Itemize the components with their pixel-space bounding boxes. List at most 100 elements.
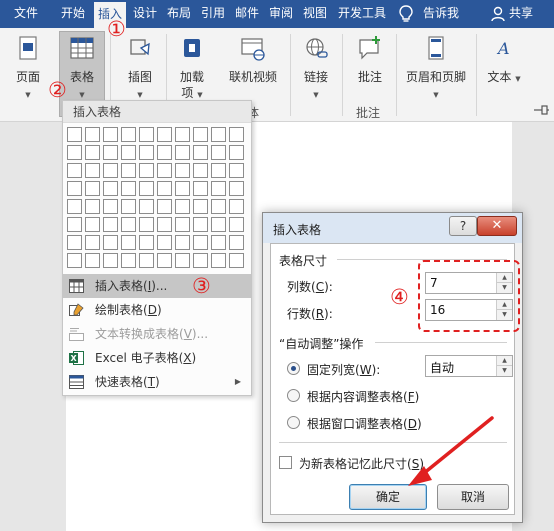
grid-cell[interactable] (121, 235, 136, 250)
text-to-table-menu-item[interactable]: 文本转换成表格(V)... (63, 322, 251, 346)
excel-spreadsheet-menu-item[interactable]: X Excel 电子表格(X) (63, 346, 251, 370)
grid-cell[interactable] (229, 127, 244, 142)
grid-cell[interactable] (121, 253, 136, 268)
grid-cell[interactable] (103, 145, 118, 160)
insert-table-menu-item[interactable]: 插入表格(I)... (63, 274, 251, 298)
grid-cell[interactable] (157, 127, 172, 142)
grid-cell[interactable] (103, 217, 118, 232)
grid-cell[interactable] (85, 163, 100, 178)
grid-cell[interactable] (139, 235, 154, 250)
grid-cell[interactable] (193, 199, 208, 214)
grid-cell[interactable] (229, 163, 244, 178)
autofit-window-radio[interactable] (287, 416, 300, 429)
share-button[interactable]: 共享 (506, 0, 536, 28)
grid-cell[interactable] (193, 217, 208, 232)
grid-cell[interactable] (85, 199, 100, 214)
grid-cell[interactable] (175, 199, 190, 214)
grid-cell[interactable] (103, 181, 118, 196)
grid-cell[interactable] (85, 181, 100, 196)
remember-size-checkbox[interactable] (279, 456, 292, 469)
grid-cell[interactable] (67, 163, 82, 178)
grid-cell[interactable] (67, 253, 82, 268)
grid-cell[interactable] (157, 163, 172, 178)
tab-home[interactable]: 开始 (56, 0, 90, 28)
grid-cell[interactable] (67, 199, 82, 214)
grid-cell[interactable] (229, 181, 244, 196)
grid-cell[interactable] (85, 127, 100, 142)
comment-button[interactable]: 批注 (350, 32, 390, 106)
tab-design[interactable]: 设计 (130, 0, 160, 28)
grid-cell[interactable] (175, 217, 190, 232)
grid-cell[interactable] (85, 217, 100, 232)
grid-cell[interactable] (85, 145, 100, 160)
grid-cell[interactable] (139, 199, 154, 214)
pin-ribbon-icon[interactable] (532, 104, 550, 116)
tab-review[interactable]: 审阅 (266, 0, 296, 28)
grid-cell[interactable] (157, 253, 172, 268)
grid-cell[interactable] (193, 127, 208, 142)
grid-cell[interactable] (103, 253, 118, 268)
grid-cell[interactable] (193, 145, 208, 160)
grid-cell[interactable] (157, 217, 172, 232)
addins-button[interactable]: 加载 项 ▼ (172, 32, 212, 106)
grid-cell[interactable] (121, 145, 136, 160)
grid-cell[interactable] (211, 145, 226, 160)
grid-cell[interactable] (139, 127, 154, 142)
tab-mailings[interactable]: 邮件 (232, 0, 262, 28)
grid-cell[interactable] (211, 235, 226, 250)
tab-view[interactable]: 视图 (300, 0, 330, 28)
grid-cell[interactable] (67, 127, 82, 142)
grid-cell[interactable] (175, 127, 190, 142)
link-button[interactable]: 链接 ▼ (296, 32, 336, 106)
grid-cell[interactable] (121, 181, 136, 196)
grid-cell[interactable] (103, 199, 118, 214)
grid-cell[interactable] (211, 163, 226, 178)
spin-up-icon[interactable]: ▲ (497, 356, 512, 366)
grid-cell[interactable] (175, 181, 190, 196)
fixed-width-stepper[interactable]: 自动 ▲ ▼ (425, 355, 513, 377)
tab-references[interactable]: 引用 (198, 0, 228, 28)
table-size-grid[interactable] (67, 127, 247, 269)
grid-cell[interactable] (211, 253, 226, 268)
grid-cell[interactable] (67, 145, 82, 160)
grid-cell[interactable] (229, 235, 244, 250)
grid-cell[interactable] (67, 181, 82, 196)
tab-developer[interactable]: 开发工具 (334, 0, 390, 28)
grid-cell[interactable] (211, 199, 226, 214)
grid-cell[interactable] (211, 217, 226, 232)
grid-cell[interactable] (121, 127, 136, 142)
tab-tell-me[interactable]: 告诉我 (418, 0, 464, 28)
grid-cell[interactable] (121, 163, 136, 178)
grid-cell[interactable] (85, 253, 100, 268)
grid-cell[interactable] (121, 217, 136, 232)
fixed-width-value[interactable]: 自动 (430, 359, 454, 376)
tab-file[interactable]: 文件 (6, 0, 46, 28)
grid-cell[interactable] (103, 127, 118, 142)
close-button[interactable]: ✕ (477, 216, 517, 236)
grid-cell[interactable] (139, 217, 154, 232)
grid-cell[interactable] (229, 199, 244, 214)
grid-cell[interactable] (85, 235, 100, 250)
cancel-button[interactable]: 取消 (437, 484, 509, 510)
grid-cell[interactable] (175, 253, 190, 268)
autofit-content-radio[interactable] (287, 389, 300, 402)
grid-cell[interactable] (139, 253, 154, 268)
illustrations-button[interactable]: 插图 ▼ (120, 32, 160, 106)
grid-cell[interactable] (193, 253, 208, 268)
grid-cell[interactable] (157, 145, 172, 160)
pages-button[interactable]: 页面 ▼ (8, 32, 48, 106)
grid-cell[interactable] (157, 199, 172, 214)
grid-cell[interactable] (103, 163, 118, 178)
grid-cell[interactable] (229, 253, 244, 268)
grid-cell[interactable] (211, 127, 226, 142)
grid-cell[interactable] (121, 199, 136, 214)
fixed-width-radio[interactable] (287, 362, 300, 375)
grid-cell[interactable] (175, 145, 190, 160)
grid-cell[interactable] (193, 181, 208, 196)
grid-cell[interactable] (157, 181, 172, 196)
ok-button[interactable]: 确定 (349, 484, 427, 510)
grid-cell[interactable] (67, 235, 82, 250)
grid-cell[interactable] (211, 181, 226, 196)
grid-cell[interactable] (139, 163, 154, 178)
grid-cell[interactable] (175, 235, 190, 250)
